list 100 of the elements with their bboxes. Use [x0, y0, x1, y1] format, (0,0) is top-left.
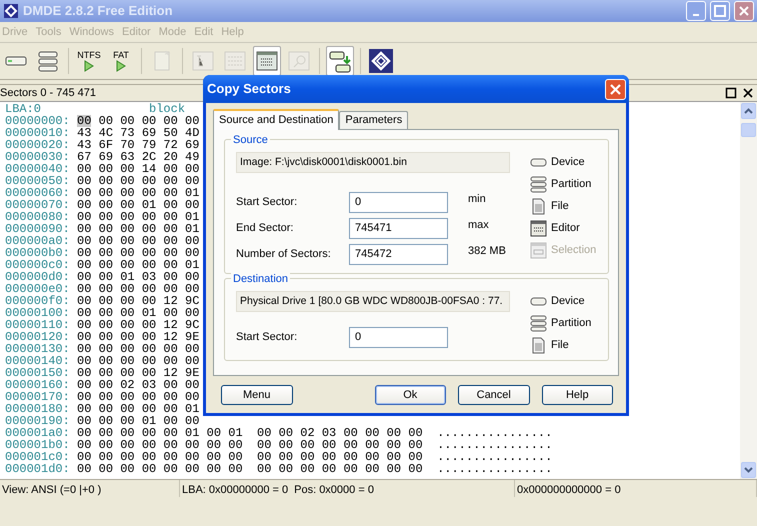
toolbar-button[interactable]: FAT [107, 46, 135, 76]
hex-offset: 00000140: [5, 355, 71, 367]
hex-bytes: 00 00 00 01 00 00 [77, 307, 200, 319]
option-button[interactable]: File [530, 197, 596, 215]
file-icon [530, 336, 547, 354]
ascii-text: ................ [437, 427, 552, 439]
partition-icon [530, 176, 547, 192]
path-field: Image: F:\jvc\disk0001\disk0001.bin [236, 152, 510, 173]
close-icon [609, 82, 622, 96]
path-field: Physical Drive 1 [80.0 GB WDC WD800JB-00FSA0 : 77. [236, 291, 510, 312]
option-button[interactable]: Partition [530, 314, 592, 332]
hex-offset: 00000190: [5, 415, 71, 427]
input-field[interactable]: 745472 [349, 244, 448, 264]
hex-bytes: 00 00 00 00 00 01 00 01 00 00 02 03 00 00 00 00 [77, 427, 423, 439]
hex-bytes: 00 00 00 00 12 9C [77, 295, 200, 307]
hex-offset: 000001d0: [5, 463, 71, 475]
dialog-title: Copy Sectors [207, 80, 291, 98]
hex-bytes: 00 00 00 00 00 00 [77, 283, 200, 295]
status-text: 0x000000000000 = 0 [517, 483, 621, 495]
toolbar-button[interactable]: NTFS [75, 46, 103, 76]
hex-offset: 00000120: [5, 331, 71, 343]
ascii-text: ................ [437, 463, 552, 475]
field-note: 382 MB [468, 244, 506, 259]
option-button[interactable]: Editor [530, 219, 596, 237]
hex-offset: 000000b0: [5, 247, 71, 259]
hex-bytes: 00 00 00 00 00 01 [77, 187, 200, 199]
input-field[interactable]: 745471 [349, 218, 448, 238]
toolbar-button[interactable] [326, 46, 354, 76]
hex-header-label: LBA:0 [5, 103, 42, 115]
editor-view-icon [255, 49, 279, 73]
option-button[interactable]: File [530, 336, 592, 354]
hex-bytes: 00 00 00 00 00 [98, 115, 200, 127]
maximize-icon[interactable] [725, 87, 737, 99]
input-field[interactable]: 0 [349, 192, 448, 212]
hex-offset: 00000180: [5, 403, 71, 415]
field-label: Number of Sectors: [236, 246, 332, 262]
scrollbar[interactable] [740, 102, 757, 479]
hex-bytes: 00 00 00 00 00 00 00 00 00 00 00 00 00 00 00 00 [77, 451, 423, 463]
scroll-down-button[interactable] [741, 462, 756, 478]
hex-bytes: 00 00 00 00 00 01 [77, 259, 200, 271]
status-text: LBA: 0x00000000 = 0 [182, 483, 288, 495]
hex-offset: 000000c0: [5, 259, 71, 271]
app-logo-icon [3, 3, 19, 19]
copy-sectors-icon [328, 49, 352, 73]
app-logo-icon [368, 48, 394, 74]
hex-offset: 00000030: [5, 151, 71, 163]
scroll-up-button[interactable] [741, 103, 756, 119]
window-title: DMDE 2.8.2 Free Edition [23, 2, 174, 20]
dialog-button[interactable]: Menu [221, 385, 292, 405]
toolbar-button[interactable] [253, 46, 281, 76]
hex-offset: 00000110: [5, 319, 71, 331]
hex-offset: 000000a0: [5, 235, 71, 247]
dialog-button[interactable]: Cancel [458, 385, 530, 405]
hex-bytes: 00 00 00 00 00 01 [77, 223, 200, 235]
status-text: View: ANSI (=0 |+0 ) [2, 483, 102, 495]
hex-bytes: 43 4C 73 69 50 4D [77, 127, 200, 139]
hex-bytes: 00 00 01 03 00 00 [77, 271, 200, 283]
selection-icon [530, 242, 547, 258]
option-button[interactable]: Partition [530, 175, 596, 193]
field-note: min [468, 192, 486, 207]
close-icon [738, 5, 750, 17]
list-view-icon [223, 49, 247, 73]
toolbar-button[interactable] [367, 46, 395, 76]
hex-offset: 00000150: [5, 367, 71, 379]
scroll-thumb[interactable] [741, 123, 756, 137]
hex-offset: 000000e0: [5, 283, 71, 295]
hex-offset: 00000070: [5, 199, 71, 211]
field-label: End Sector: [236, 220, 294, 236]
close-button[interactable] [734, 1, 754, 21]
hex-offset: 00000020: [5, 139, 71, 151]
hex-bytes: 00 00 00 00 00 00 [77, 355, 200, 367]
field-label: Start Sector: [236, 330, 298, 345]
hex-bytes: 00 00 00 00 00 00 [77, 247, 200, 259]
minimize-button[interactable] [686, 1, 706, 21]
hex-bytes: 00 00 00 00 00 01 [77, 403, 200, 415]
partition-icon [530, 314, 547, 332]
panel-title: Sectors 0 - 745 471 [0, 86, 96, 101]
option-button[interactable]: Device [530, 292, 592, 310]
tab[interactable]: Parameters [339, 111, 408, 129]
hex-offset: 000001a0: [5, 427, 71, 439]
hex-offset: 00000080: [5, 211, 71, 223]
hex-bytes: 00 00 00 00 00 00 [77, 343, 200, 355]
maximize-icon [714, 5, 726, 17]
close-button[interactable] [605, 78, 626, 100]
dialog-button[interactable]: Help [542, 385, 613, 405]
dialog-button[interactable]: Ok [374, 385, 446, 405]
hex-offset: 000001b0: [5, 439, 71, 451]
close-icon[interactable] [743, 88, 753, 98]
option-button[interactable]: Device [530, 153, 596, 171]
maximize-button[interactable] [710, 1, 730, 21]
hex-bytes: 00 00 00 00 12 9E [77, 367, 200, 379]
input-field[interactable]: 0 [349, 326, 448, 348]
hex-bytes: 00 00 00 00 12 9C [77, 319, 200, 331]
hex-offset: 00000060: [5, 187, 71, 199]
hex-bytes: 00 00 00 00 12 9E [77, 331, 200, 343]
hex-offset: 00000100: [5, 307, 71, 319]
cursor-byte[interactable]: 00 [77, 115, 92, 127]
hex-bytes: 00 00 00 00 00 01 [77, 211, 200, 223]
tab[interactable]: Source and Destination [213, 109, 340, 130]
hex-offset: 00000040: [5, 163, 71, 175]
